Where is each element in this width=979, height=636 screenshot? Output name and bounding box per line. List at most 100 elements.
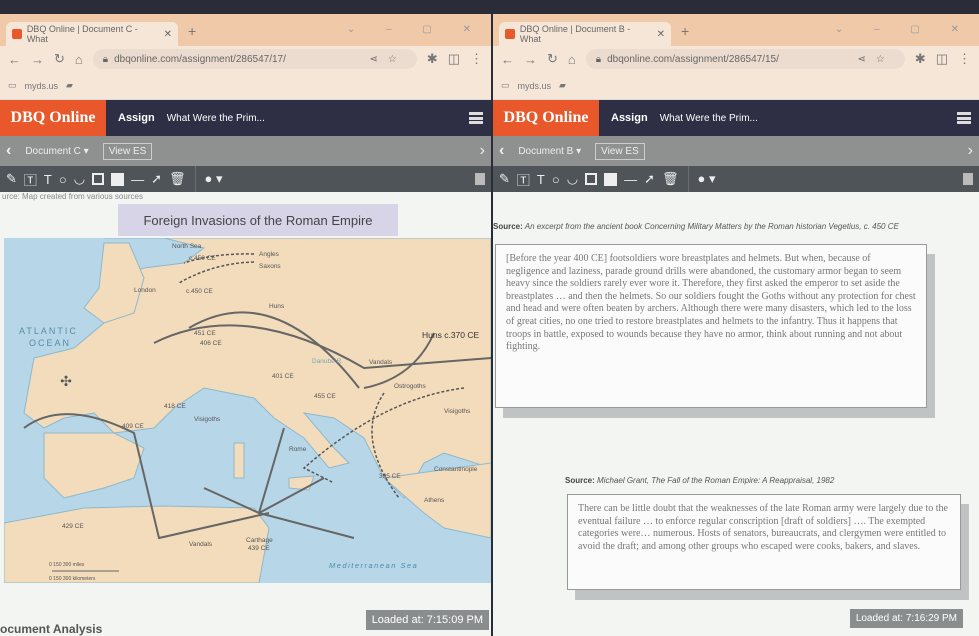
label-c450b: c.450 CE: [186, 288, 213, 295]
textbox-icon[interactable]: 🅃︎: [24, 170, 37, 189]
view-es-button[interactable]: View ES: [102, 142, 153, 160]
line-icon[interactable]: —: [624, 172, 637, 187]
hamburger-menu-icon[interactable]: [469, 112, 483, 124]
compass-rose-icon: ✣: [60, 373, 72, 389]
tab-strip: DBQ Online | Document C - What ✕ + ⌄ – ▢ …: [0, 14, 491, 46]
extensions-icon[interactable]: ✱: [915, 51, 926, 67]
url-input[interactable]: 🔒︎ dbqonline.com/assignment/286547/17/ ⋖☆: [92, 49, 417, 69]
document-content: urce: Map created from various sources F…: [0, 192, 491, 636]
bookmark-myds[interactable]: myds.us: [25, 81, 59, 91]
filled-rect-icon[interactable]: [604, 172, 618, 186]
browser-window-document-b: DBQ Online | Document B - What ✕ + ⌄ – ▢ …: [493, 14, 979, 636]
arrow-icon[interactable]: ➚: [151, 171, 162, 187]
folder-bookmark-icon[interactable]: ▰: [559, 80, 566, 91]
prev-doc-icon[interactable]: ‹: [6, 142, 11, 160]
url-input[interactable]: 🔒︎ dbqonline.com/assignment/286547/15/ ⋖☆: [585, 49, 905, 69]
label-c450a: c.450 CE: [189, 255, 216, 262]
brand-logo[interactable]: DBQ Online: [0, 100, 106, 136]
label-north-sea: North Sea: [172, 243, 202, 250]
home-icon[interactable]: ⌂: [75, 52, 83, 67]
next-doc-icon[interactable]: ›: [480, 142, 485, 160]
map-title: Foreign Invasions of the Roman Empire: [118, 204, 398, 236]
text-icon[interactable]: T: [44, 172, 52, 187]
document-bar: ‹ Document B ▾ View ES ›: [493, 136, 979, 166]
document-select[interactable]: Document B ▾: [518, 146, 581, 157]
window-controls[interactable]: ⌄ – ▢ ✕: [347, 24, 485, 35]
browser-window-document-c: DBQ Online | Document C - What ✕ + ⌄ – ▢ …: [0, 14, 491, 636]
home-icon[interactable]: ⌂: [568, 52, 576, 67]
tab-title: DBQ Online | Document B - What: [519, 24, 631, 44]
arrow-icon[interactable]: ➚: [644, 171, 655, 187]
label-huns: Huns: [269, 303, 285, 310]
copy-icon[interactable]: [475, 173, 485, 185]
address-bar-row: ← → ↻ ⌂ 🔒︎ dbqonline.com/assignment/286547/1…: [0, 46, 491, 72]
forward-icon[interactable]: →: [31, 52, 44, 67]
highlight-icon[interactable]: ◡: [74, 171, 85, 187]
label-carthage: Carthage: [246, 537, 273, 544]
sidepanel-icon[interactable]: ◫: [936, 51, 948, 67]
url-text: dbqonline.com/assignment/286547/17/: [114, 53, 286, 65]
menu-icon[interactable]: ⋮: [470, 51, 483, 67]
menu-icon[interactable]: ⋮: [958, 51, 971, 67]
reload-icon[interactable]: ↻: [547, 51, 558, 67]
filled-rect-icon[interactable]: [111, 172, 125, 186]
trash-icon[interactable]: 🗑︎: [662, 171, 679, 187]
highlight-icon[interactable]: ◡: [567, 171, 578, 187]
label-401: 401 CE: [272, 373, 294, 380]
ellipse-icon[interactable]: ○: [59, 172, 67, 187]
brand-logo[interactable]: DBQ Online: [493, 100, 599, 136]
share-star-icons[interactable]: ⋖☆: [369, 54, 406, 65]
reload-icon[interactable]: ↻: [54, 51, 65, 67]
browser-tab[interactable]: DBQ Online | Document C - What ✕: [6, 22, 178, 46]
pen-icon[interactable]: ✎: [499, 171, 510, 187]
color-picker-icon[interactable]: ● ▾: [205, 171, 223, 187]
url-text: dbqonline.com/assignment/286547/15/: [607, 53, 779, 65]
textbox-icon[interactable]: 🅃︎: [517, 170, 530, 189]
app-nav: DBQ Online Assign What Were the Prim...: [493, 100, 979, 136]
pen-icon[interactable]: ✎: [6, 171, 17, 187]
back-icon[interactable]: ←: [8, 52, 21, 67]
sidepanel-icon[interactable]: ◫: [448, 51, 460, 67]
label-vandals: Vandals: [369, 359, 393, 366]
back-icon[interactable]: ←: [501, 52, 514, 67]
view-es-button[interactable]: View ES: [595, 142, 645, 160]
source-1: Source: An excerpt from the ancient book…: [493, 222, 899, 231]
browser-tab[interactable]: DBQ Online | Document B - What ✕: [499, 22, 671, 46]
next-doc-icon[interactable]: ›: [968, 142, 973, 160]
assign-link[interactable]: Assign: [611, 112, 648, 124]
ellipse-icon[interactable]: ○: [552, 172, 560, 187]
close-tab-icon[interactable]: ✕: [657, 29, 665, 40]
document-analysis-heading[interactable]: ocument Analysis: [0, 622, 102, 636]
source-label: Source:: [493, 222, 523, 231]
close-tab-icon[interactable]: ✕: [164, 29, 172, 40]
assignment-title[interactable]: What Were the Prim...: [660, 113, 758, 124]
window-controls[interactable]: ⌄ – ▢ ✕: [835, 24, 973, 35]
rectangle-icon[interactable]: [585, 173, 598, 185]
document-select[interactable]: Document C ▾: [25, 146, 88, 157]
forward-icon[interactable]: →: [524, 52, 537, 67]
text-icon[interactable]: T: [537, 172, 545, 187]
label-429: 429 CE: [62, 523, 84, 530]
source-text: An excerpt from the ancient book Concern…: [524, 222, 899, 231]
share-star-icons[interactable]: ⋖☆: [857, 54, 894, 65]
prev-doc-icon[interactable]: ‹: [499, 142, 504, 160]
rectangle-icon[interactable]: [92, 173, 105, 185]
divider: [194, 166, 196, 192]
color-picker-icon[interactable]: ● ▾: [698, 171, 716, 187]
new-tab-button[interactable]: +: [681, 23, 689, 39]
invasion-map: North Sea Angles Saxons London c.450 CE …: [4, 238, 491, 583]
extensions-icon[interactable]: ✱: [427, 51, 438, 67]
label-mediterranean: Mediterranean Sea: [329, 561, 418, 570]
bookmark-myds[interactable]: myds.us: [518, 81, 552, 91]
label-danube: Danube R.: [312, 358, 343, 365]
assignment-title[interactable]: What Were the Prim...: [167, 113, 265, 124]
source-label: Source:: [565, 476, 595, 485]
line-icon[interactable]: —: [131, 172, 144, 187]
hamburger-menu-icon[interactable]: [957, 112, 971, 124]
copy-icon[interactable]: [963, 173, 973, 185]
label-saxons: Saxons: [259, 263, 281, 270]
folder-bookmark-icon[interactable]: ▰: [66, 80, 73, 91]
new-tab-button[interactable]: +: [188, 23, 196, 39]
assign-link[interactable]: Assign: [118, 112, 155, 124]
trash-icon[interactable]: 🗑︎: [169, 171, 186, 187]
